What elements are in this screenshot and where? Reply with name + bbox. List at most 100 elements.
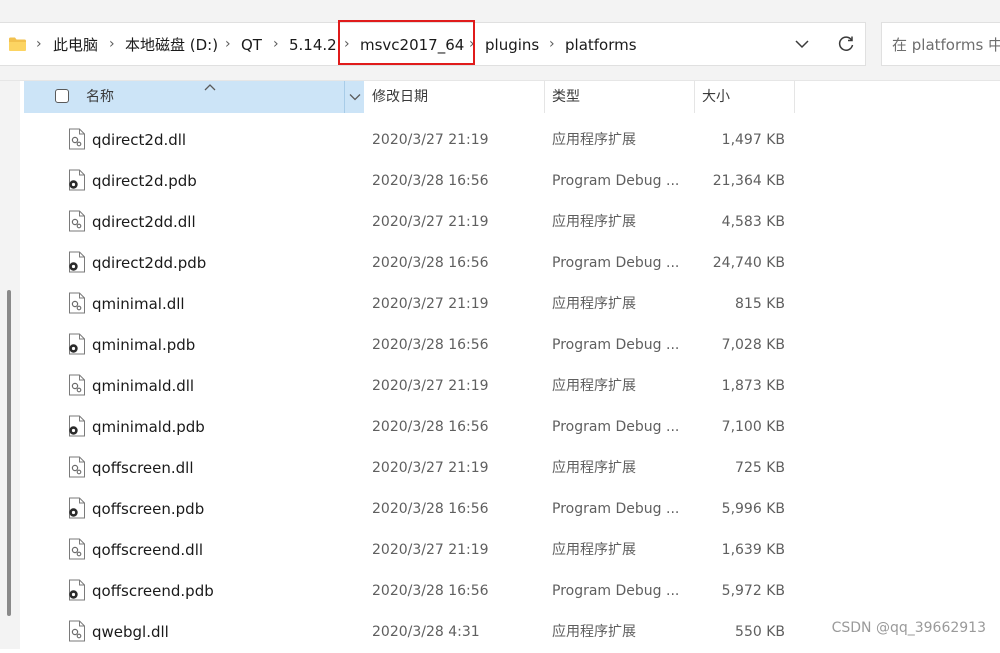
file-row[interactable]: qdirect2dd.pdb 2020/3/28 16:56 Program D… [0, 243, 1000, 284]
file-size: 550 KB [735, 624, 785, 640]
column-name-label: 名称 [86, 89, 114, 105]
search-box[interactable]: 在 platforms 中搜索 [881, 22, 1000, 66]
file-name[interactable]: qdirect2dd.dll [92, 202, 196, 243]
file-type: 应用程序扩展 [552, 460, 636, 476]
sort-ascending-icon [204, 84, 216, 91]
file-size: 1,639 KB [721, 542, 785, 558]
dll-file-icon [69, 210, 85, 232]
file-type: 应用程序扩展 [552, 378, 636, 394]
dll-file-icon [69, 292, 85, 314]
file-row[interactable]: qdirect2d.pdb 2020/3/28 16:56 Program De… [0, 161, 1000, 202]
file-date: 2020/3/28 16:56 [372, 583, 489, 599]
file-row[interactable]: qminimal.dll 2020/3/27 21:19 应用程序扩展 815 … [0, 284, 1000, 325]
highlight-annotation-box [338, 20, 475, 65]
file-size: 4,583 KB [721, 214, 785, 230]
file-name[interactable]: qminimald.pdb [92, 407, 205, 448]
chevron-right-icon: › [36, 36, 42, 52]
file-row[interactable]: qoffscreen.dll 2020/3/27 21:19 应用程序扩展 72… [0, 448, 1000, 489]
file-row[interactable]: qdirect2d.dll 2020/3/27 21:19 应用程序扩展 1,4… [0, 120, 1000, 161]
chevron-right-icon[interactable]: › [273, 23, 279, 67]
file-date: 2020/3/27 21:19 [372, 132, 489, 148]
file-row[interactable]: qoffscreend.dll 2020/3/27 21:19 应用程序扩展 1… [0, 530, 1000, 571]
file-size: 7,100 KB [721, 419, 785, 435]
file-name[interactable]: qdirect2dd.pdb [92, 243, 206, 284]
file-date: 2020/3/28 16:56 [372, 501, 489, 517]
file-type: Program Debug ... [552, 173, 680, 189]
file-name[interactable]: qminimal.pdb [92, 325, 195, 366]
file-row[interactable]: qminimald.pdb 2020/3/28 16:56 Program De… [0, 407, 1000, 448]
file-name[interactable]: qdirect2d.dll [92, 120, 186, 161]
column-header-name[interactable]: 名称 [24, 81, 344, 113]
file-size: 21,364 KB [712, 173, 785, 189]
file-name[interactable]: qoffscreend.dll [92, 530, 203, 571]
folder-icon [9, 37, 26, 51]
file-type: 应用程序扩展 [552, 624, 636, 640]
file-list: qdirect2d.dll 2020/3/27 21:19 应用程序扩展 1,4… [0, 120, 1000, 653]
chevron-down-icon[interactable] [794, 36, 810, 52]
file-date: 2020/3/28 16:56 [372, 173, 489, 189]
column-divider[interactable] [694, 81, 695, 113]
column-divider[interactable] [544, 81, 545, 113]
file-date: 2020/3/28 16:56 [372, 255, 489, 271]
breadcrumb-this-pc[interactable]: 此电脑 [53, 23, 98, 67]
column-type-label[interactable]: 类型 [552, 81, 580, 113]
toolbar: › 此电脑 › 本地磁盘 (D:) › QT › 5.14.2 › msvc20… [0, 0, 1000, 81]
column-divider[interactable] [794, 81, 795, 113]
file-date: 2020/3/28 4:31 [372, 624, 480, 640]
dll-file-icon [69, 374, 85, 396]
file-row[interactable]: qdirect2dd.dll 2020/3/27 21:19 应用程序扩展 4,… [0, 202, 1000, 243]
breadcrumb-version[interactable]: 5.14.2 [289, 23, 337, 67]
file-date: 2020/3/28 16:56 [372, 337, 489, 353]
file-size: 1,873 KB [721, 378, 785, 394]
column-header-row: 名称 修改日期 类型 大小 [24, 81, 796, 113]
file-date: 2020/3/27 21:19 [372, 296, 489, 312]
file-date: 2020/3/27 21:19 [372, 378, 489, 394]
file-row[interactable]: qminimald.dll 2020/3/27 21:19 应用程序扩展 1,8… [0, 366, 1000, 407]
breadcrumb-plugins[interactable]: plugins [485, 23, 539, 67]
file-size: 7,028 KB [721, 337, 785, 353]
file-date: 2020/3/27 21:19 [372, 542, 489, 558]
file-size: 1,497 KB [721, 132, 785, 148]
file-size: 5,972 KB [721, 583, 785, 599]
file-name[interactable]: qwebgl.dll [92, 612, 169, 653]
chevron-right-icon[interactable]: › [109, 23, 115, 67]
pdb-file-icon [69, 251, 85, 273]
file-name[interactable]: qminimald.dll [92, 366, 194, 407]
column-date-label[interactable]: 修改日期 [372, 81, 428, 113]
dll-file-icon [69, 620, 85, 642]
file-date: 2020/3/27 21:19 [372, 460, 489, 476]
column-filter-dropdown[interactable] [344, 81, 364, 113]
file-type: 应用程序扩展 [552, 542, 636, 558]
file-name[interactable]: qoffscreen.dll [92, 448, 194, 489]
file-type: Program Debug ... [552, 419, 680, 435]
pdb-file-icon [69, 579, 85, 601]
breadcrumb-local-disk[interactable]: 本地磁盘 (D:) [125, 23, 218, 67]
refresh-icon[interactable] [836, 34, 856, 54]
chevron-down-icon[interactable] [349, 93, 361, 101]
pdb-file-icon [69, 333, 85, 355]
file-type: Program Debug ... [552, 337, 680, 353]
file-type: Program Debug ... [552, 501, 680, 517]
watermark-text: CSDN @qq_39662913 [831, 620, 986, 636]
file-name[interactable]: qdirect2d.pdb [92, 161, 197, 202]
file-name[interactable]: qoffscreen.pdb [92, 489, 204, 530]
search-input[interactable]: 在 platforms 中搜索 [892, 23, 1000, 67]
select-all-checkbox[interactable] [55, 89, 69, 103]
file-type: 应用程序扩展 [552, 214, 636, 230]
file-row[interactable]: qoffscreend.pdb 2020/3/28 16:56 Program … [0, 571, 1000, 612]
file-row[interactable]: qoffscreen.pdb 2020/3/28 16:56 Program D… [0, 489, 1000, 530]
chevron-right-icon[interactable]: › [549, 23, 555, 67]
file-name[interactable]: qminimal.dll [92, 284, 185, 325]
chevron-right-icon[interactable]: › [225, 23, 231, 67]
breadcrumb-platforms[interactable]: platforms [565, 23, 637, 67]
file-name[interactable]: qoffscreend.pdb [92, 571, 214, 612]
dll-file-icon [69, 456, 85, 478]
breadcrumb-qt[interactable]: QT [241, 23, 262, 67]
column-size-label[interactable]: 大小 [702, 81, 730, 113]
pdb-file-icon [69, 415, 85, 437]
file-type: Program Debug ... [552, 583, 680, 599]
file-type: Program Debug ... [552, 255, 680, 271]
file-type: 应用程序扩展 [552, 132, 636, 148]
file-row[interactable]: qminimal.pdb 2020/3/28 16:56 Program Deb… [0, 325, 1000, 366]
pdb-file-icon [69, 497, 85, 519]
